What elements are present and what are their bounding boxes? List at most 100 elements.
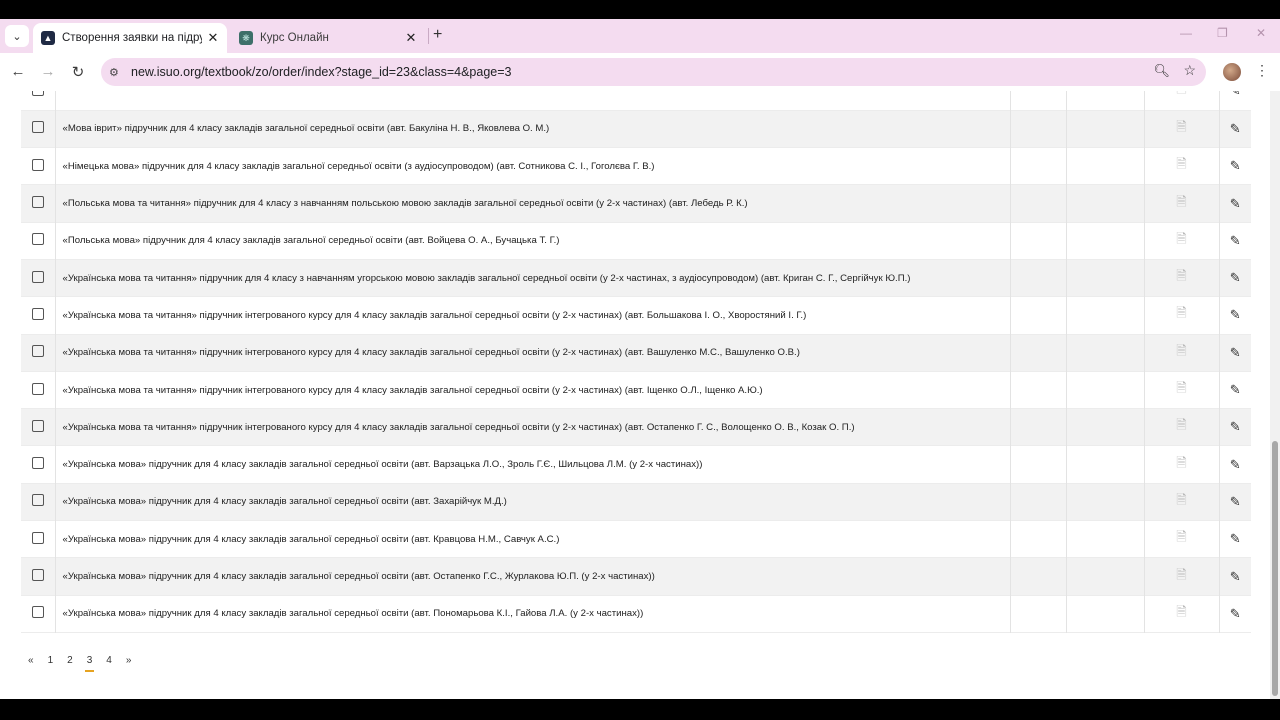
pagination-page-2[interactable]: 2	[67, 655, 73, 672]
browser-menu-icon[interactable]: ⋮	[1255, 62, 1269, 79]
url-text[interactable]: new.isuo.org/textbook/zo/order/index?sta…	[131, 65, 511, 79]
row-select-cell	[21, 184, 55, 223]
empty-cell	[1065, 520, 1144, 558]
scrollbar[interactable]	[1270, 91, 1280, 699]
document-icon[interactable]: 🗎︎	[1143, 296, 1219, 335]
row-checkbox[interactable]	[31, 307, 44, 320]
edit-pencil-icon[interactable]: ✎	[1218, 222, 1251, 260]
document-icon[interactable]: 🗎︎	[1143, 110, 1219, 148]
document-icon[interactable]: 🗎︎	[1143, 595, 1219, 633]
openai-icon: ❋	[239, 31, 253, 45]
bookmark-star-icon[interactable]: ☆	[1183, 62, 1196, 79]
row-select-cell	[21, 222, 55, 260]
tab-search-button[interactable]: ⌄	[5, 25, 29, 47]
textbook-name: «Українська мова та читання» підручник і…	[54, 408, 1010, 446]
pagination-next[interactable]: »	[126, 655, 132, 672]
edit-pencil-icon[interactable]: ✎	[1218, 91, 1251, 111]
document-icon[interactable]: 🗎︎	[1143, 91, 1219, 111]
new-tab-button[interactable]: +	[433, 26, 442, 44]
edit-pencil-icon[interactable]: ✎	[1218, 483, 1251, 521]
row-checkbox[interactable]	[31, 345, 44, 358]
pagination-page-4[interactable]: 4	[106, 655, 112, 672]
edit-pencil-icon[interactable]: ✎	[1218, 557, 1251, 596]
row-checkbox[interactable]	[31, 233, 44, 246]
zoom-icon[interactable]: 🔍︎	[1153, 63, 1170, 79]
textbook-name: «Українська мова» підручник для 4 класу …	[54, 595, 1010, 633]
empty-cell	[1065, 259, 1144, 297]
table-row: «Українська мова» підручник для 4 класу …	[21, 520, 1251, 558]
edit-pencil-icon[interactable]: ✎	[1218, 296, 1251, 335]
scrollbar-thumb[interactable]	[1272, 441, 1278, 696]
edit-pencil-icon[interactable]: ✎	[1218, 520, 1251, 558]
row-checkbox[interactable]	[31, 121, 44, 134]
empty-cell	[1009, 595, 1066, 633]
document-icon[interactable]: 🗎︎	[1143, 483, 1219, 521]
edit-pencil-icon[interactable]: ✎	[1218, 408, 1251, 446]
row-select-cell	[21, 557, 55, 596]
pagination-page-3[interactable]: 3	[84, 655, 95, 672]
empty-cell	[1009, 483, 1066, 521]
minimize-icon[interactable]: —	[1180, 26, 1192, 40]
edit-pencil-icon[interactable]: ✎	[1218, 184, 1251, 223]
edit-pencil-icon[interactable]: ✎	[1218, 371, 1251, 409]
empty-cell	[1065, 110, 1144, 148]
document-icon[interactable]: 🗎︎	[1143, 557, 1219, 596]
row-checkbox[interactable]	[31, 531, 44, 544]
document-icon[interactable]: 🗎︎	[1143, 408, 1219, 446]
table-row: «Мова іврит» підручник для 4 класу закла…	[21, 110, 1251, 148]
row-select-cell	[21, 408, 55, 446]
document-icon[interactable]: 🗎︎	[1143, 520, 1219, 558]
empty-cell	[1009, 222, 1066, 260]
textbook-name: «Українська мова» підручник для 4 класу …	[54, 520, 1010, 558]
document-icon[interactable]: 🗎︎	[1143, 259, 1219, 297]
window-close-icon[interactable]: ✕	[1256, 26, 1266, 40]
textbook-name: «Українська мова та читання» підручник і…	[54, 371, 1010, 409]
edit-pencil-icon[interactable]: ✎	[1218, 445, 1251, 484]
document-icon[interactable]: 🗎︎	[1143, 445, 1219, 484]
row-checkbox[interactable]	[31, 196, 44, 209]
row-checkbox[interactable]	[31, 606, 44, 619]
row-checkbox[interactable]	[31, 158, 44, 171]
row-checkbox[interactable]	[31, 270, 44, 283]
textbook-name: «Польська мова та читання» підручник для…	[54, 184, 1010, 223]
tab-kurs-online[interactable]: ❋ Курс Онлайн ✕	[231, 23, 425, 53]
close-icon[interactable]: ✕	[205, 30, 221, 46]
row-checkbox[interactable]	[31, 419, 44, 432]
edit-pencil-icon[interactable]: ✎	[1218, 110, 1251, 148]
row-checkbox[interactable]	[31, 382, 44, 395]
table-row: «Українська мова» підручник для 4 класу …	[21, 483, 1251, 521]
empty-cell	[1009, 147, 1066, 185]
row-select-cell	[21, 371, 55, 409]
edit-pencil-icon[interactable]: ✎	[1218, 334, 1251, 372]
row-select-cell	[21, 445, 55, 484]
site-settings-icon[interactable]: ⚙	[109, 66, 125, 79]
row-checkbox[interactable]	[31, 91, 44, 96]
edit-pencil-icon[interactable]: ✎	[1218, 259, 1251, 297]
restore-icon[interactable]: ❐	[1217, 26, 1228, 40]
edit-pencil-icon[interactable]: ✎	[1218, 147, 1251, 185]
table-row: 🗎︎✎	[21, 91, 1251, 111]
document-icon[interactable]: 🗎︎	[1143, 334, 1219, 372]
edit-pencil-icon[interactable]: ✎	[1218, 595, 1251, 633]
reload-icon[interactable]: ↻	[69, 63, 87, 81]
tab-create-order[interactable]: ▲ Створення заявки на підручник ✕	[33, 23, 227, 53]
forward-arrow-icon[interactable]: →	[39, 63, 57, 80]
table-row: «Українська мова» підручник для 4 класу …	[21, 445, 1251, 484]
row-checkbox[interactable]	[31, 569, 44, 581]
row-checkbox[interactable]	[31, 494, 44, 507]
tab-title: Курс Онлайн	[260, 32, 329, 44]
document-icon[interactable]: 🗎︎	[1143, 184, 1219, 223]
close-icon[interactable]: ✕	[403, 30, 419, 46]
pagination-page-1[interactable]: 1	[48, 655, 54, 672]
pagination-prev[interactable]: «	[28, 655, 34, 672]
profile-avatar[interactable]	[1223, 63, 1241, 81]
table-row: «Українська мова та читання» підручник і…	[21, 371, 1251, 409]
document-icon[interactable]: 🗎︎	[1143, 222, 1219, 260]
row-checkbox[interactable]	[31, 457, 44, 470]
empty-cell	[1065, 184, 1144, 223]
table-row: «Українська мова та читання» підручник д…	[21, 259, 1251, 297]
address-bar[interactable]: ⚙ new.isuo.org/textbook/zo/order/index?s…	[101, 58, 1206, 86]
document-icon[interactable]: 🗎︎	[1143, 371, 1219, 409]
back-arrow-icon[interactable]: ←	[9, 63, 27, 80]
document-icon[interactable]: 🗎︎	[1143, 147, 1219, 185]
